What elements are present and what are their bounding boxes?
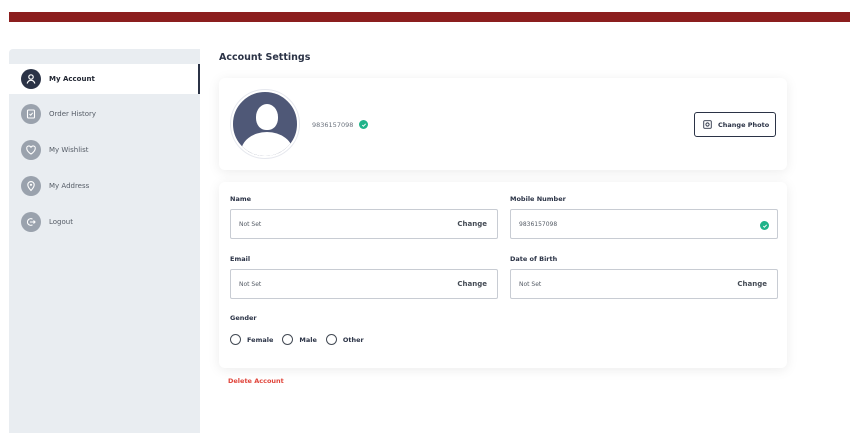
sidebar-item-label: My Account [49,75,95,83]
sidebar-item-label: Logout [49,218,73,226]
sidebar-item-label: Order History [49,110,97,118]
avatar-body-icon [241,132,293,156]
email-value: Not Set [239,281,262,288]
email-label: Email [230,255,251,263]
sidebar-item-label: My Wishlist [49,146,89,154]
dob-label: Date of Birth [510,255,558,263]
sidebar-item-my-wishlist[interactable]: My Wishlist [9,134,200,166]
name-change-link[interactable]: Change [457,220,487,228]
order-history-icon [21,104,41,124]
delete-account-link[interactable]: Delete Account [228,377,284,385]
avatar-head-icon [256,104,278,130]
gender-option-label: Female [247,335,274,344]
name-field[interactable]: Not Set Change [230,209,498,239]
gender-radio-group: Female Male Other [230,334,373,345]
change-photo-label: Change Photo [718,120,770,129]
page-title: Account Settings [219,52,311,63]
sidebar-item-my-account[interactable]: My Account [9,64,200,94]
gender-other-radio[interactable]: Other [325,334,364,345]
profile-card: 9836157098 Change Photo [219,78,787,170]
sidebar-item-logout[interactable]: Logout [9,206,200,238]
radio-circle[interactable] [325,334,337,345]
heart-icon [21,140,41,160]
gender-label: Gender [230,314,257,322]
dob-field[interactable]: Not Set Change [510,269,778,299]
mobile-field[interactable]: 9836157098 [510,209,778,239]
sidebar-item-order-history[interactable]: Order History [9,98,200,130]
email-field[interactable]: Not Set Change [230,269,498,299]
profile-phone: 9836157098 [312,121,354,129]
change-photo-button[interactable]: Change Photo [694,112,776,137]
verified-check-icon [760,221,769,230]
gender-male-radio[interactable]: Male [282,334,317,345]
sidebar-item-label: My Address [49,182,90,190]
mobile-value: 9836157098 [519,221,558,228]
camera-icon [703,120,712,129]
radio-circle[interactable] [282,334,294,345]
email-change-link[interactable]: Change [457,280,487,288]
dob-value: Not Set [519,281,542,288]
sidebar: My Account Order History My Wishlist My … [9,49,200,433]
mobile-label: Mobile Number [510,195,566,203]
location-pin-icon [21,176,41,196]
user-icon [21,69,41,89]
radio-circle[interactable] [230,334,241,345]
sidebar-item-my-address[interactable]: My Address [9,170,200,202]
account-form-card: Name Not Set Change Mobile Number 983615… [219,182,787,368]
verified-check-icon [359,120,368,129]
gender-option-label: Other [342,335,364,344]
name-label: Name [230,195,252,203]
avatar[interactable] [231,90,299,158]
dob-change-link[interactable]: Change [737,280,767,288]
gender-option-label: Male [299,335,317,344]
name-value: Not Set [239,221,262,228]
header-bar [9,12,850,22]
logout-icon [21,212,41,232]
gender-female-radio[interactable]: Female [230,334,273,345]
